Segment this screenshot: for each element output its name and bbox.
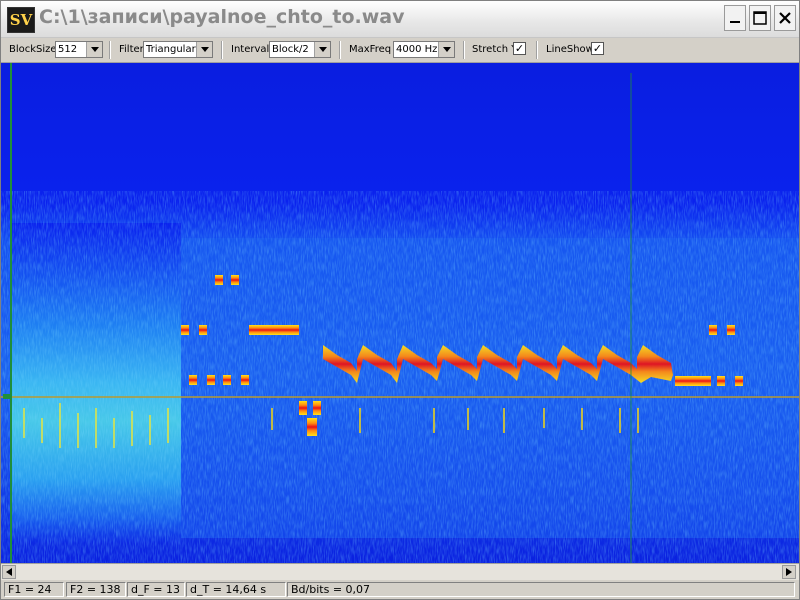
status-bar: F1 = 24 F2 = 138 d_F = 13 d_T = 14,64 s …: [1, 580, 799, 599]
filter-select[interactable]: Triangular: [143, 41, 213, 58]
toolbar: BlockSize 512 Filter Triangular Interval…: [1, 38, 799, 63]
close-button[interactable]: [774, 5, 796, 31]
status-f2: F2 = 138: [66, 582, 126, 597]
toolbar-separator: [339, 41, 341, 59]
minimize-button[interactable]: [724, 5, 746, 31]
app-icon[interactable]: SV: [7, 7, 35, 33]
status-f1: F1 = 24: [4, 582, 64, 597]
maximize-icon: [753, 11, 767, 25]
close-icon: [779, 12, 791, 24]
title-bar[interactable]: SV C:\1\записи\payalnoe_chto_to.wav: [1, 1, 799, 38]
arrow-right-icon: [786, 568, 792, 576]
scroll-left-button[interactable]: [2, 565, 16, 579]
spectrogram-view[interactable]: [1, 63, 799, 563]
status-bdbits: Bd/bits = 0,07: [287, 582, 795, 597]
minimize-icon: [730, 21, 740, 23]
status-df: d_F = 13: [127, 582, 185, 597]
toolbar-separator: [221, 41, 223, 59]
chevron-down-icon[interactable]: [86, 42, 102, 57]
filter-value: Triangular: [146, 44, 196, 55]
spectrogram-canvas[interactable]: [1, 63, 799, 563]
interval-label: Interval: [231, 44, 270, 55]
chevron-down-icon[interactable]: [314, 42, 330, 57]
maxfreq-select[interactable]: 4000 Hz: [393, 41, 455, 58]
toolbar-separator: [463, 41, 465, 59]
maximize-button[interactable]: [749, 5, 771, 31]
toolbar-separator: [109, 41, 111, 59]
level-marker-icon: [3, 394, 11, 399]
filter-label: Filter: [119, 44, 144, 55]
interval-value: Block/2: [272, 44, 309, 55]
blocksize-value: 512: [58, 44, 78, 55]
horizontal-scrollbar[interactable]: [1, 563, 799, 580]
arrow-left-icon: [6, 568, 12, 576]
chevron-down-icon[interactable]: [438, 42, 454, 57]
maxfreq-value: 4000 Hz: [396, 44, 438, 55]
stretchy-label: Stretch Y: [472, 44, 518, 55]
status-dt: d_T = 14,64 s: [186, 582, 286, 597]
lineshow-checkbox[interactable]: ✓: [591, 42, 604, 55]
stretchy-checkbox[interactable]: ✓: [513, 42, 526, 55]
blocksize-label: BlockSize: [9, 44, 57, 55]
toolbar-separator: [536, 41, 538, 59]
interval-select[interactable]: Block/2: [269, 41, 331, 58]
chevron-down-icon[interactable]: [196, 42, 212, 57]
application-window: SV C:\1\записи\payalnoe_chto_to.wav Bloc…: [0, 0, 800, 600]
scroll-right-button[interactable]: [782, 565, 796, 579]
blocksize-select[interactable]: 512: [55, 41, 103, 58]
lineshow-label: LineShow: [546, 44, 594, 55]
window-title: C:\1\записи\payalnoe_chto_to.wav: [39, 6, 405, 28]
maxfreq-label: MaxFreq: [349, 44, 392, 55]
